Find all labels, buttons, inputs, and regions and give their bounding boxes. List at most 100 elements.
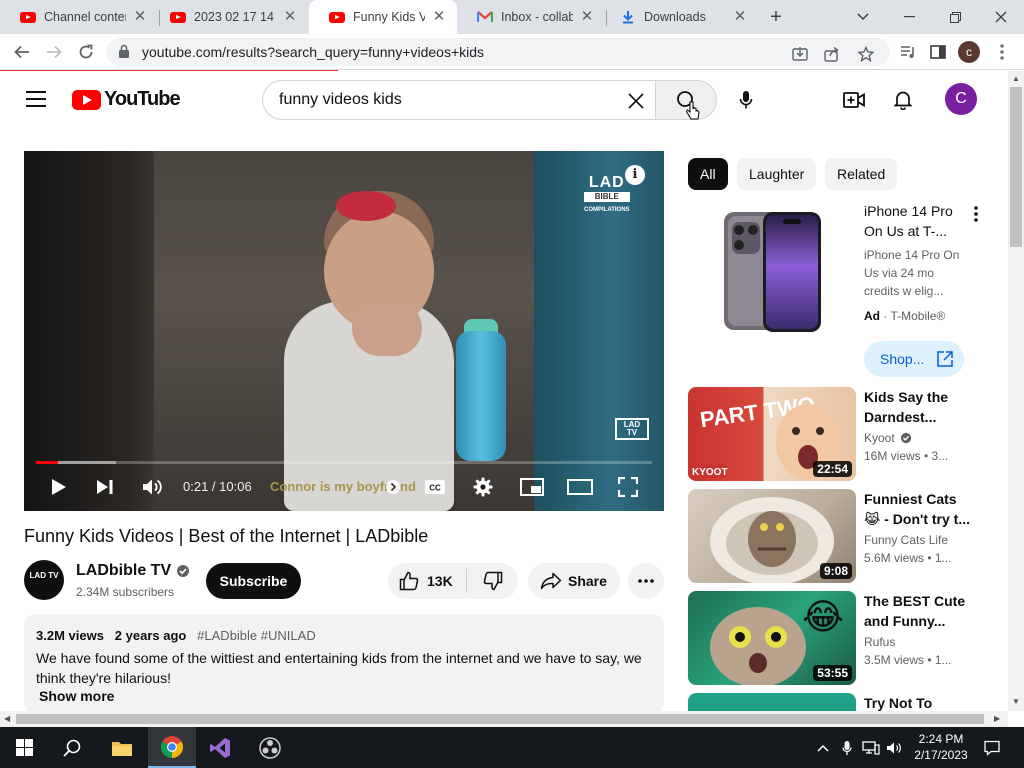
channel-avatar[interactable]: LAD TV [24,560,64,600]
close-icon[interactable]: ✕ [282,9,298,25]
recommendation-channel[interactable]: Funny Cats Life [864,533,948,547]
play-icon[interactable] [46,473,72,501]
microphone-tray-icon[interactable] [838,727,856,768]
guide-menu-icon[interactable] [26,91,46,107]
back-button[interactable] [8,38,36,66]
account-avatar[interactable]: C [945,83,977,115]
recommendation-thumbnail[interactable]: 😂 53:55 [688,591,856,685]
close-icon[interactable]: ✕ [431,9,447,25]
network-tray-icon[interactable] [860,727,882,768]
scroll-up-arrow-icon[interactable]: ▲ [1012,74,1020,83]
tab-recording[interactable]: 2023 02 17 14 2 ✕ [150,0,308,34]
miniplayer-icon[interactable] [518,473,546,501]
close-icon[interactable]: ✕ [732,9,748,25]
recommendation-thumbnail[interactable] [688,693,856,711]
tab-search-chevron-icon[interactable] [840,0,886,34]
recommendation-thumbnail[interactable]: 9:08 [688,489,856,583]
file-explorer-icon[interactable] [98,727,146,768]
address-bar[interactable]: youtube.com/results?search_query=funny+v… [106,38,890,66]
bookmark-star-icon[interactable] [857,45,875,62]
minimize-button[interactable] [886,0,932,34]
tab-inbox[interactable]: Inbox - collabvi ✕ [457,0,605,34]
subscribe-button[interactable]: Subscribe [206,563,301,599]
youtube-logo[interactable]: YouTube [72,88,181,111]
next-video-icon[interactable] [92,473,118,501]
video-progress-bar[interactable] [36,461,652,464]
channel-name[interactable]: LADbible TV [76,562,190,580]
recommendation-item[interactable]: 9:08 Funniest Cats 😹 - Don't try t... Fu… [688,489,988,583]
restore-button[interactable] [932,0,978,34]
recommendation-channel[interactable]: Kyoot [864,431,912,445]
tab-channel-content[interactable]: Channel content ✕ [0,0,158,34]
horizontal-scroll-thumb[interactable] [16,714,984,724]
horizontal-scrollbar[interactable]: ◀ ▶ [0,711,1008,727]
show-more-button[interactable]: Show more [39,688,114,704]
recommendation-channel[interactable]: Rufus [864,635,895,649]
info-card-icon[interactable]: i [625,165,645,185]
volume-icon[interactable] [140,473,166,501]
scroll-left-arrow-icon[interactable]: ◀ [4,714,10,723]
scroll-down-arrow-icon[interactable]: ▼ [1012,697,1020,706]
chapter-chevron-icon[interactable] [383,473,403,501]
recommendation-item[interactable]: 😂 53:55 The BEST Cute and Funny... Rufus… [688,591,988,685]
description-box[interactable]: 3.2M views 2 years ago #LADbible #UNILAD… [24,614,664,711]
search-input[interactable]: funny videos kids [262,80,656,120]
recommendation-item[interactable]: PART TWO KYOOT 22:54 Kids Say the Darnde… [688,387,988,481]
hashtag-unilad[interactable]: #UNILAD [261,628,316,643]
ad-title[interactable]: iPhone 14 Pro On Us at T-... [864,201,964,241]
vertical-scroll-thumb[interactable] [1010,87,1022,247]
ad-thumbnail[interactable] [688,202,856,358]
settings-gear-icon[interactable] [470,473,496,501]
url-text[interactable]: youtube.com/results?search_query=funny+v… [142,44,484,60]
create-video-icon[interactable] [838,84,870,116]
share-button[interactable]: Share [528,563,620,599]
close-icon[interactable]: ✕ [132,9,148,25]
dislike-button[interactable] [468,563,518,599]
chip-all[interactable]: All [688,158,728,190]
close-window-button[interactable] [978,0,1024,34]
share-icon[interactable] [824,46,840,62]
taskbar-clock[interactable]: 2:24 PM 2/17/2023 [904,731,978,763]
video-player[interactable]: LAD BIBLE COMPILATIONS i LAD TV 0:21 / 1… [24,151,664,511]
theater-mode-icon[interactable] [566,473,594,501]
chip-related[interactable]: Related [825,158,898,190]
chrome-icon[interactable] [148,727,196,768]
more-actions-button[interactable] [628,563,664,599]
recommendation-title[interactable]: Try Not To [864,693,970,711]
obs-studio-icon[interactable] [246,727,294,768]
taskbar-search-icon[interactable] [48,727,96,768]
volume-tray-icon[interactable] [884,727,906,768]
media-controls-icon[interactable] [894,38,922,66]
notifications-bell-icon[interactable] [887,84,919,116]
subtitles-icon[interactable]: CC [422,473,448,501]
lock-icon[interactable] [118,44,132,60]
notification-center-icon[interactable] [980,727,1004,768]
ad-shop-button[interactable]: Shop... [864,341,964,377]
side-panel-icon[interactable] [924,38,952,66]
browser-profile-avatar[interactable]: c [958,41,980,63]
reload-button[interactable] [72,38,100,66]
scroll-right-arrow-icon[interactable]: ▶ [994,714,1000,723]
new-tab-button[interactable]: + [764,6,788,28]
vertical-scrollbar[interactable]: ▲ ▼ [1008,71,1024,711]
recommendation-title[interactable]: Kids Say the Darndest... [864,387,970,427]
visual-studio-icon[interactable] [196,727,244,768]
tab-downloads[interactable]: Downloads ✕ [600,0,758,34]
chip-laughter[interactable]: Laughter [737,158,817,190]
search-query-text[interactable]: funny videos kids [279,91,402,109]
ad-menu-icon[interactable] [966,204,986,224]
hashtag-ladbible[interactable]: #LADbible [197,628,257,643]
forward-button[interactable] [40,38,68,66]
windows-start-icon[interactable] [0,727,48,768]
clear-search-icon[interactable] [622,87,650,115]
close-icon[interactable]: ✕ [579,9,595,25]
fullscreen-icon[interactable] [614,473,642,501]
browser-menu-icon[interactable] [988,38,1016,66]
install-app-icon[interactable] [792,46,808,62]
recommendation-thumbnail[interactable]: PART TWO KYOOT 22:54 [688,387,856,481]
tab-funny-kids-videos[interactable]: Funny Kids Vide ✕ [309,0,457,34]
recommendation-item[interactable]: Try Not To [688,693,988,711]
recommendation-title[interactable]: Funniest Cats 😹 - Don't try t... [864,489,970,529]
tray-overflow-chevron-icon[interactable] [814,727,832,768]
search-button[interactable] [655,80,717,120]
